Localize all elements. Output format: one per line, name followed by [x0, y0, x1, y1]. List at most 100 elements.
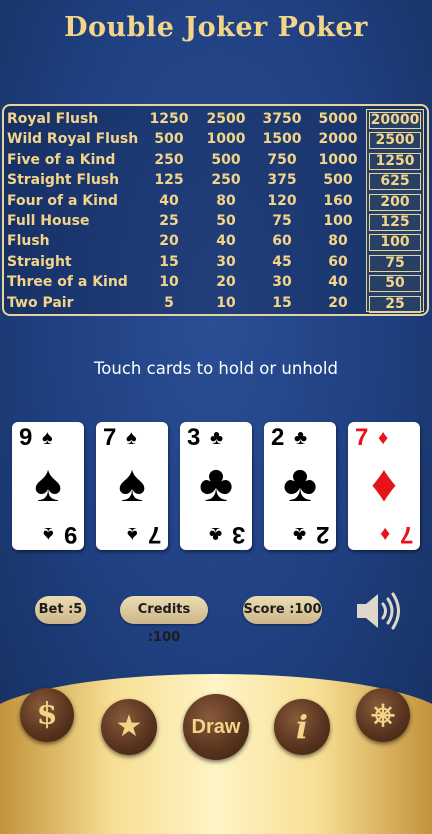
- playing-card[interactable]: 7 ♦ ♦ 7 ♦: [348, 422, 420, 550]
- hand-name: Straight: [7, 253, 72, 270]
- payout-value: 500: [323, 172, 353, 189]
- max-payout-value: 25: [369, 295, 421, 313]
- ship-wheel-icon: ⎈: [371, 697, 395, 732]
- speaker-icon[interactable]: [354, 589, 400, 633]
- paytable-row: Full House 25 50 75 100: [4, 213, 427, 233]
- star-icon: ★: [115, 709, 143, 744]
- payout-value: 120: [267, 192, 297, 209]
- payout-value: 80: [216, 192, 236, 209]
- game-title: Double Joker Poker: [64, 12, 368, 43]
- playing-card[interactable]: 3 ♣ ♣ 3 ♣: [180, 422, 252, 550]
- suit-icon: ♠: [34, 455, 62, 513]
- paytable-row: Straight Flush 125 250 375 500: [4, 172, 427, 192]
- dollar-icon: $: [36, 697, 58, 732]
- payout-value: 15: [159, 253, 179, 270]
- max-payout-value: 625: [369, 173, 421, 191]
- paytable-row: Three of a Kind 10 20 30 40: [4, 274, 427, 294]
- info-icon: i: [295, 708, 309, 746]
- card-rank: 9: [19, 424, 33, 451]
- card-rank: 9: [63, 521, 77, 548]
- payout-value: 1250: [149, 111, 189, 127]
- settings-button[interactable]: ⎈: [356, 688, 410, 742]
- payout-value: 10: [159, 274, 179, 291]
- playing-card[interactable]: 9 ♠ ♠ 9 ♠: [12, 422, 84, 550]
- max-payout-value: 200: [369, 193, 421, 211]
- suit-icon: ♣: [292, 523, 306, 545]
- hand-name: Four of a Kind: [7, 192, 118, 209]
- hand-name: Flush: [7, 233, 50, 250]
- paytable-row: Two Pair 5 10 15 20: [4, 295, 427, 315]
- payout-value: 2000: [318, 131, 358, 148]
- max-payout-value: 100: [369, 234, 421, 252]
- card-rank: 7: [147, 521, 161, 548]
- payout-value: 750: [267, 151, 297, 168]
- favorites-button[interactable]: ★: [101, 699, 157, 755]
- hand-name: Full House: [7, 213, 90, 229]
- card-rank: 3: [187, 424, 201, 451]
- payout-value: 50: [216, 213, 236, 229]
- hand-name: Two Pair: [7, 294, 74, 311]
- payout-value: 30: [216, 253, 236, 270]
- payout-value: 80: [328, 233, 348, 250]
- payout-value: 40: [159, 192, 179, 209]
- payout-value: 25: [159, 213, 179, 229]
- payout-value: 500: [211, 151, 241, 168]
- payout-value: 1500: [262, 131, 302, 148]
- max-payout-value: 125: [369, 214, 421, 231]
- hand-name: Five of a Kind: [7, 151, 116, 168]
- suit-icon: ♠: [43, 523, 54, 545]
- paytable-row: Flush 20 40 60 80: [4, 233, 427, 253]
- payout-value: 20: [159, 233, 179, 250]
- payout-value: 15: [272, 294, 292, 311]
- coin-button[interactable]: $: [20, 688, 74, 742]
- playing-card[interactable]: 7 ♠ ♠ 7 ♠: [96, 422, 168, 550]
- card-rank: 7: [355, 424, 369, 451]
- payout-value: 60: [272, 233, 292, 250]
- payout-value: 45: [272, 253, 292, 270]
- suit-icon: ♠: [118, 455, 146, 513]
- hand-name: Wild Royal Flush: [7, 131, 139, 148]
- bet-display: Bet :5: [35, 596, 86, 624]
- suit-icon: ♣: [294, 427, 308, 449]
- max-payout-value: 75: [369, 254, 421, 272]
- payout-value: 250: [211, 172, 241, 189]
- paytable: Royal Flush 1250 2500 3750 5000 20000 Wild Roy…: [2, 104, 429, 316]
- hand-name: Royal Flush: [7, 111, 99, 127]
- payout-value: 30: [272, 274, 292, 291]
- payout-value: 1000: [318, 151, 358, 168]
- payout-value: 10: [216, 294, 236, 311]
- hand-name: Straight Flush: [7, 172, 120, 189]
- card-rank: 2: [315, 521, 329, 548]
- suit-icon: ♦: [370, 455, 398, 513]
- suit-icon: ♠: [42, 427, 53, 449]
- payout-value: 75: [272, 213, 292, 229]
- payout-value: 20: [216, 274, 236, 291]
- card-rank: 7: [103, 424, 117, 451]
- payout-value: 1000: [206, 131, 246, 148]
- payout-value: 40: [216, 233, 236, 250]
- payout-value: 125: [154, 172, 184, 189]
- draw-button[interactable]: Draw: [183, 694, 249, 760]
- paytable-row: Straight 15 30 45 60: [4, 254, 427, 274]
- max-payout-value: 20000: [369, 112, 421, 129]
- payout-value: 2500: [206, 111, 246, 127]
- max-payout-value: 1250: [369, 152, 421, 170]
- suit-icon: ♦: [379, 523, 390, 545]
- suit-icon: ♣: [198, 455, 234, 513]
- payout-value: 40: [328, 274, 348, 291]
- suit-icon: ♠: [127, 523, 138, 545]
- suit-icon: ♣: [210, 427, 224, 449]
- payout-value: 3750: [262, 111, 302, 127]
- hold-instruction: Touch cards to hold or unhold: [94, 359, 338, 378]
- card-rank: 7: [399, 521, 413, 548]
- payout-value: 250: [154, 151, 184, 168]
- suit-icon: ♣: [282, 455, 318, 513]
- score-display: Score :100: [243, 596, 322, 624]
- payout-value: 20: [328, 294, 348, 311]
- info-button[interactable]: i: [274, 699, 330, 755]
- suit-icon: ♣: [208, 523, 222, 545]
- playing-card[interactable]: 2 ♣ ♣ 2 ♣: [264, 422, 336, 550]
- paytable-row: Royal Flush 1250 2500 3750 5000: [4, 111, 427, 131]
- paytable-row: Four of a Kind 40 80 120 160: [4, 193, 427, 213]
- hand-name: Three of a Kind: [7, 274, 128, 291]
